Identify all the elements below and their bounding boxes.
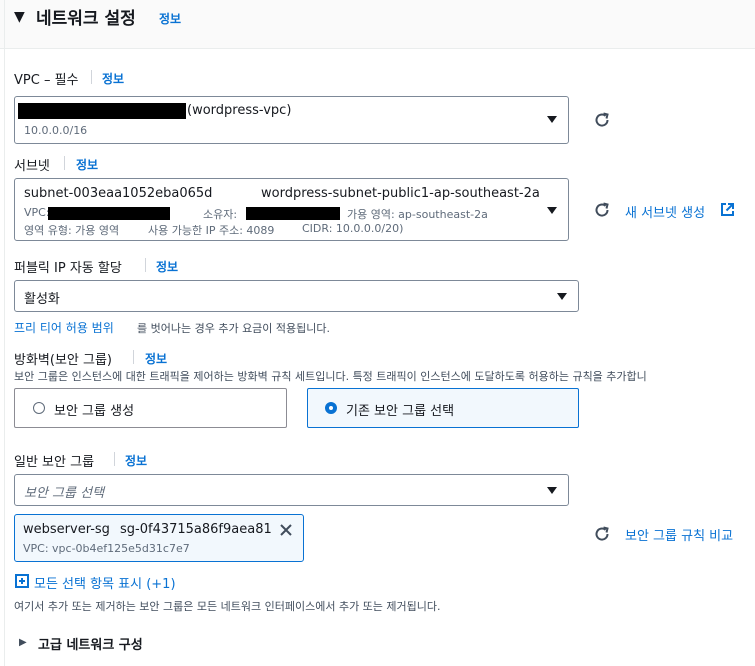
public-ip-label: 퍼블릭 IP 자동 할당	[14, 261, 122, 276]
expand-caret-icon[interactable]: ▶	[19, 637, 27, 648]
token-name: webserver-sg	[23, 522, 110, 537]
free-tier-note: 를 벗어나는 경우 추가 요금이 적용됩니다.	[137, 322, 331, 335]
option-create-security-group[interactable]: 보안 그룹 생성	[14, 388, 287, 428]
vpc-label: VPC – 필수	[14, 73, 79, 88]
advanced-network-label[interactable]: 고급 네트워크 구성	[38, 634, 143, 653]
subnet-select[interactable]: subnet-003eaa1052eba065d wordpress-subne…	[14, 178, 569, 241]
section-info-link[interactable]: 정보	[159, 10, 181, 27]
vpc-cidr: 10.0.0.0/16	[24, 124, 88, 137]
security-group-label: 일반 보안 그룹	[14, 455, 95, 470]
firewall-info-link[interactable]: 정보	[145, 350, 167, 367]
security-group-info-link[interactable]: 정보	[125, 452, 147, 469]
show-all-selected-link[interactable]: 모든 선택 항목 표시 (+1)	[34, 573, 176, 592]
section-title: 네트워크 설정	[36, 9, 136, 29]
free-tier-link[interactable]: 프리 티어 허용 범위	[14, 319, 114, 336]
public-ip-info-link[interactable]: 정보	[156, 258, 178, 275]
panel-border	[4, 0, 5, 666]
subnet-vpc-label: VPC:	[24, 206, 50, 219]
subnet-owner-label: 소유자:	[203, 208, 238, 221]
security-group-placeholder: 보안 그룹 선택	[24, 486, 105, 501]
token-vpc: VPC: vpc-0b4ef125e5d31c7e7	[23, 542, 190, 555]
redacted-vpc	[48, 207, 170, 220]
divider	[114, 452, 115, 466]
close-icon[interactable]	[279, 523, 293, 537]
vpc-name: (wordpress-vpc)	[187, 103, 292, 118]
subnet-az: 가용 영역: ap-southeast-2a	[347, 208, 488, 221]
create-subnet-link[interactable]: 새 서브넷 생성	[625, 202, 705, 221]
subnet-label: 서브넷	[14, 159, 50, 174]
security-group-token: webserver-sg sg-0f43715a86f9aea81 VPC: v…	[14, 514, 304, 562]
radio-selected-icon[interactable]	[325, 402, 337, 414]
public-ip-value: 활성화	[24, 292, 60, 307]
vpc-select[interactable]: (wordpress-vpc) 10.0.0.0/16	[14, 96, 569, 144]
security-group-select[interactable]: 보안 그룹 선택	[14, 474, 569, 506]
chevron-down-icon	[547, 487, 557, 494]
vpc-info-link[interactable]: 정보	[102, 70, 124, 87]
chevron-down-icon	[547, 207, 557, 214]
refresh-subnet-icon[interactable]	[593, 201, 611, 219]
option-existing-security-group[interactable]: 기존 보안 그룹 선택	[307, 388, 579, 428]
subnet-info-link[interactable]: 정보	[76, 156, 98, 173]
refresh-vpc-icon[interactable]	[593, 111, 611, 129]
divider	[145, 258, 146, 272]
radio-unselected-icon[interactable]	[33, 402, 45, 414]
option-create-label: 보안 그룹 생성	[54, 404, 135, 419]
chevron-down-icon	[557, 293, 567, 300]
redacted-vpc-id	[18, 103, 186, 119]
subnet-available-ip: 사용 가능한 IP 주소: 4089	[148, 224, 275, 237]
subnet-cidr: CIDR: 10.0.0.0/20)	[302, 222, 404, 235]
chevron-down-icon	[547, 116, 557, 123]
expand-plus-icon[interactable]	[15, 574, 29, 588]
option-existing-label: 기존 보안 그룹 선택	[346, 404, 455, 419]
public-ip-select[interactable]: 활성화	[14, 280, 579, 312]
subnet-zone-type: 영역 유형: 가용 영역	[24, 224, 120, 237]
refresh-security-group-icon[interactable]	[593, 525, 611, 543]
divider	[64, 156, 65, 170]
subnet-name: wordpress-subnet-public1-ap-southeast-2a	[261, 186, 540, 201]
compare-rules-link[interactable]: 보안 그룹 규칙 비교	[625, 525, 733, 544]
firewall-label: 방화벽(보안 그룹)	[14, 353, 112, 368]
token-id: sg-0f43715a86f9aea81	[120, 522, 272, 537]
redacted-owner	[246, 207, 340, 220]
firewall-description: 보안 그룹은 인스턴스에 대한 트래픽을 제어하는 방화벽 규칙 세트입니다. …	[14, 370, 647, 383]
collapse-caret-icon[interactable]: ▼	[14, 9, 25, 25]
external-link-icon[interactable]	[720, 202, 735, 217]
divider	[91, 70, 92, 84]
subnet-id: subnet-003eaa1052eba065d	[24, 186, 213, 201]
security-group-note: 여기서 추가 또는 제거하는 보안 그룹은 모든 네트워크 인터페이스에서 추가…	[14, 600, 441, 613]
divider	[133, 350, 134, 364]
